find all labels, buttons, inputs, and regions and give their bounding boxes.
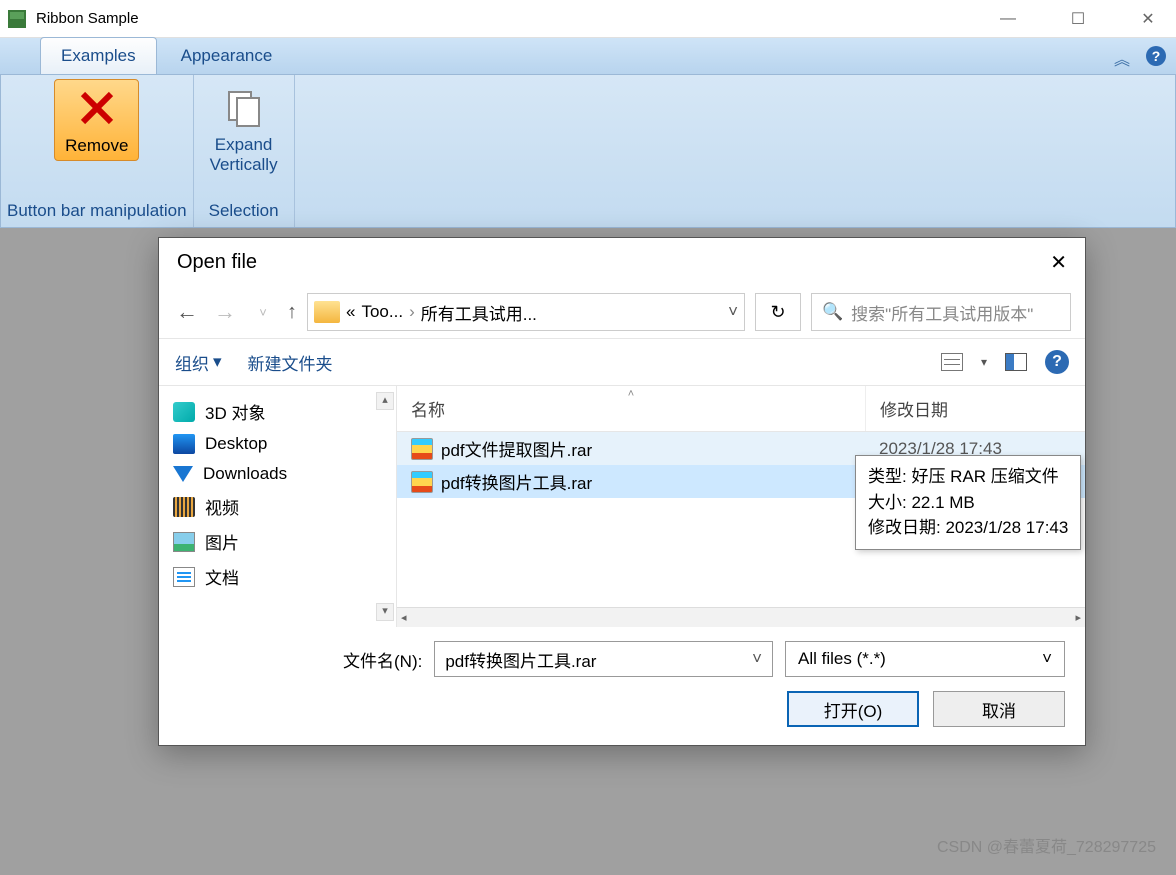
dialog-close-button[interactable]: ✕ <box>1050 250 1067 275</box>
open-file-dialog: Open file ✕ ← → ˅ ↑ « Too... › 所有工具试用...… <box>158 237 1086 746</box>
ribbon-panel: Remove Button bar manipulation Expand Ve… <box>0 74 1176 228</box>
remove-button[interactable]: Remove <box>54 79 139 161</box>
filename-input[interactable]: pdf转换图片工具.rar ˅ <box>434 641 773 677</box>
search-placeholder: 搜索"所有工具试用版本" <box>851 300 1033 325</box>
remove-label: Remove <box>65 136 128 156</box>
group-selection: Expand Vertically Selection <box>194 75 295 227</box>
dialog-titlebar: Open file ✕ <box>159 238 1085 286</box>
search-icon: 🔍 <box>822 302 843 322</box>
watermark: CSDN @春蕾夏荷_728297725 <box>937 833 1156 857</box>
tree-item-pictures[interactable]: 图片 <box>159 524 396 559</box>
bc-part2[interactable]: 所有工具试用... <box>421 300 537 325</box>
cancel-button[interactable]: 取消 <box>933 691 1065 727</box>
chevron-down-icon[interactable]: ˅ <box>752 649 762 669</box>
tree-item-video[interactable]: 视频 <box>159 489 396 524</box>
expand-label: Expand Vertically <box>210 135 278 176</box>
file-list: ˄名称 修改日期 pdf文件提取图片.rar 2023/1/28 17:43 p… <box>397 386 1085 627</box>
recent-dropdown[interactable]: ˅ <box>249 305 277 320</box>
help-icon[interactable]: ? <box>1045 350 1069 374</box>
dialog-title: Open file <box>177 251 257 274</box>
column-date[interactable]: 修改日期 <box>865 386 1085 431</box>
back-button[interactable]: ← <box>173 299 201 325</box>
refresh-button[interactable]: ↻ <box>755 293 801 331</box>
3d-icon <box>173 402 195 422</box>
tree-item-desktop[interactable]: Desktop <box>159 429 396 459</box>
tree-item-3d[interactable]: 3D 对象 <box>159 394 396 429</box>
file-list-header: ˄名称 修改日期 <box>397 386 1085 432</box>
tab-appearance[interactable]: Appearance <box>161 38 293 74</box>
desktop-icon <box>173 434 195 454</box>
tab-examples[interactable]: Examples <box>40 37 157 74</box>
preview-pane-button[interactable] <box>1005 353 1027 371</box>
expand-icon <box>220 83 268 131</box>
dialog-body: 3D 对象 Desktop Downloads 视频 图片 文档 ▴▾ ˄名称 … <box>159 386 1085 627</box>
search-input[interactable]: 🔍 搜索"所有工具试用版本" <box>811 293 1071 331</box>
rar-icon <box>411 471 433 493</box>
sort-indicator-icon: ˄ <box>628 388 634 400</box>
horizontal-scrollbar[interactable]: ◂▸ <box>397 607 1085 627</box>
video-icon <box>173 497 195 517</box>
collapse-ribbon-icon[interactable]: ︽ <box>1112 46 1132 70</box>
bc-part1[interactable]: Too... <box>361 302 403 322</box>
x-icon <box>73 84 121 132</box>
download-icon <box>173 466 193 482</box>
dialog-nav: ← → ˅ ↑ « Too... › 所有工具试用... ˅ ↻ 🔍 搜索"所有… <box>159 286 1085 338</box>
folder-tree[interactable]: 3D 对象 Desktop Downloads 视频 图片 文档 ▴▾ <box>159 386 397 627</box>
group-label: Button bar manipulation <box>7 197 187 225</box>
rar-icon <box>411 438 433 460</box>
tree-item-documents[interactable]: 文档 <box>159 559 396 594</box>
ribbon-tab-strip: Examples Appearance ︽ ? <box>0 38 1176 74</box>
chevron-right-icon: › <box>409 302 415 322</box>
close-button[interactable]: ✕ <box>1128 4 1168 34</box>
chevron-down-icon: ▾ <box>213 352 222 372</box>
filter-dropdown[interactable]: All files (*.*) ˅ <box>785 641 1065 677</box>
up-button[interactable]: ↑ <box>287 301 297 324</box>
maximize-button[interactable]: ☐ <box>1058 4 1098 34</box>
chevron-down-icon[interactable]: ˅ <box>728 302 738 322</box>
new-folder-button[interactable]: 新建文件夹 <box>248 350 333 375</box>
filename-label: 文件名(N): <box>343 647 422 672</box>
window-title: Ribbon Sample <box>36 10 139 27</box>
document-icon <box>173 567 195 587</box>
tree-scrollbar[interactable]: ▴▾ <box>376 392 394 621</box>
folder-icon <box>314 301 340 323</box>
bc-overflow: « <box>346 302 355 322</box>
chevron-down-icon[interactable]: ▾ <box>981 355 987 369</box>
app-icon <box>8 10 26 28</box>
breadcrumb[interactable]: « Too... › 所有工具试用... ˅ <box>307 293 745 331</box>
open-button[interactable]: 打开(O) <box>787 691 919 727</box>
organize-menu[interactable]: 组织▾ <box>175 350 222 375</box>
help-icon[interactable]: ? <box>1146 46 1166 66</box>
view-options-button[interactable] <box>941 353 963 371</box>
group-button-bar-manipulation: Remove Button bar manipulation <box>1 75 194 227</box>
forward-button[interactable]: → <box>211 299 239 325</box>
main-titlebar: Ribbon Sample — ☐ ✕ <box>0 0 1176 38</box>
picture-icon <box>173 532 195 552</box>
dialog-footer: 文件名(N): pdf转换图片工具.rar ˅ All files (*.*) … <box>159 627 1085 745</box>
file-tooltip: 类型: 好压 RAR 压缩文件 大小: 22.1 MB 修改日期: 2023/1… <box>855 455 1081 550</box>
chevron-down-icon: ˅ <box>1042 649 1052 669</box>
expand-vertically-button[interactable]: Expand Vertically <box>200 79 288 180</box>
column-name[interactable]: ˄名称 <box>397 386 865 431</box>
tree-item-downloads[interactable]: Downloads <box>159 459 396 489</box>
dialog-toolbar: 组织▾ 新建文件夹 ▾ ? <box>159 338 1085 386</box>
group-label: Selection <box>209 197 279 225</box>
minimize-button[interactable]: — <box>988 4 1028 34</box>
